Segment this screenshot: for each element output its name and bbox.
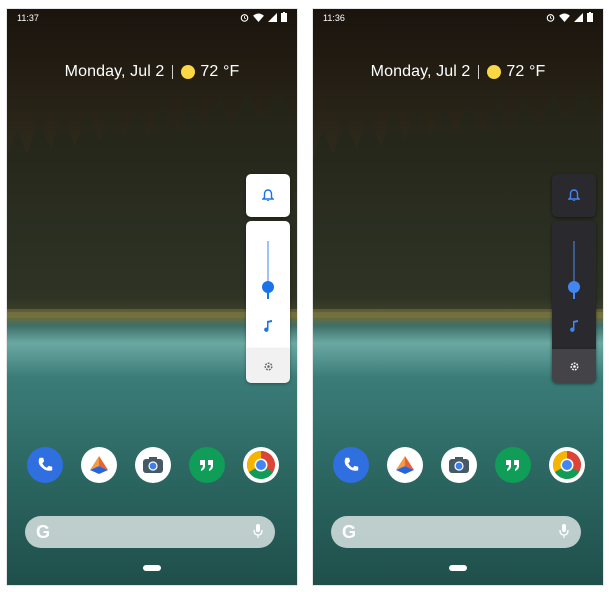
bell-icon: [568, 189, 580, 201]
status-time: 11:36: [323, 13, 345, 23]
status-icons: [546, 12, 593, 22]
cell-signal-icon: [268, 12, 277, 22]
status-bar: 11:37: [7, 9, 297, 27]
hangouts-icon: [200, 460, 213, 471]
media-volume-panel: [246, 221, 290, 349]
hangouts-icon: [506, 460, 519, 471]
gear-icon: [263, 361, 273, 371]
svg-text:G: G: [342, 522, 356, 542]
bell-icon: [262, 189, 274, 201]
media-volume-panel: [552, 221, 596, 349]
phone-app-icon[interactable]: [27, 447, 63, 483]
svg-text:G: G: [36, 522, 50, 542]
alarm-icon: [546, 13, 555, 22]
phone-icon: [344, 457, 359, 471]
glance-date[interactable]: Monday, Jul 2: [371, 63, 471, 81]
glance-divider: [172, 65, 174, 79]
app-dock: [313, 447, 603, 487]
volume-settings-button[interactable]: [246, 349, 290, 383]
music-note-icon: [264, 320, 272, 332]
gear-icon: [569, 361, 579, 371]
phone-screen-dark-theme: 11:36 Monday, Jul 2 72 °F G: [312, 8, 604, 586]
chrome-app-icon[interactable]: [549, 447, 585, 483]
battery-icon: [281, 12, 287, 22]
status-icons: [240, 12, 287, 22]
volume-slider-thumb[interactable]: [568, 281, 580, 294]
camera-app-icon[interactable]: [135, 447, 171, 483]
maps-style-app-icon[interactable]: [81, 447, 117, 483]
hangouts-app-icon[interactable]: [189, 447, 225, 483]
at-a-glance-widget[interactable]: Monday, Jul 2 72 °F: [7, 63, 297, 81]
glance-weather[interactable]: 72 °F: [506, 63, 545, 81]
google-search-bar[interactable]: G: [25, 516, 275, 548]
status-bar: 11:36: [313, 9, 603, 27]
home-gesture-pill[interactable]: [449, 565, 467, 571]
volume-settings-button[interactable]: [552, 349, 596, 383]
google-g-icon: G: [36, 522, 50, 542]
phone-icon: [38, 457, 53, 471]
maps-style-icon: [90, 456, 108, 474]
google-g-icon: G: [342, 522, 356, 542]
microphone-icon[interactable]: [559, 523, 569, 539]
sunny-weather-icon: [487, 65, 502, 79]
battery-icon: [587, 12, 593, 22]
google-search-bar[interactable]: G: [331, 516, 581, 548]
phone-screen-light-theme: 11:37 Monday, Jul 2 72 °F G: [6, 8, 298, 586]
camera-icon: [449, 457, 469, 473]
maps-style-app-icon[interactable]: [387, 447, 423, 483]
chrome-app-icon[interactable]: [243, 447, 279, 483]
glance-date[interactable]: Monday, Jul 2: [65, 63, 165, 81]
glance-divider: [478, 65, 480, 79]
cell-signal-icon: [574, 12, 583, 22]
maps-style-icon: [396, 456, 414, 474]
wifi-icon: [253, 12, 264, 22]
hangouts-app-icon[interactable]: [495, 447, 531, 483]
microphone-icon[interactable]: [253, 523, 263, 539]
app-dock: [7, 447, 297, 487]
phone-app-icon[interactable]: [333, 447, 369, 483]
alarm-icon: [240, 13, 249, 22]
home-gesture-pill[interactable]: [143, 565, 161, 571]
status-time: 11:37: [17, 13, 39, 23]
chrome-icon: [247, 451, 275, 479]
volume-slider-thumb[interactable]: [262, 281, 274, 294]
sunny-weather-icon: [181, 65, 196, 79]
wifi-icon: [559, 12, 570, 22]
chrome-icon: [553, 451, 581, 479]
camera-icon: [143, 457, 163, 473]
camera-app-icon[interactable]: [441, 447, 477, 483]
at-a-glance-widget[interactable]: Monday, Jul 2 72 °F: [313, 63, 603, 81]
ringer-mode-button[interactable]: [552, 174, 596, 217]
glance-weather[interactable]: 72 °F: [200, 63, 239, 81]
ringer-mode-button[interactable]: [246, 174, 290, 217]
music-note-icon: [570, 320, 578, 332]
